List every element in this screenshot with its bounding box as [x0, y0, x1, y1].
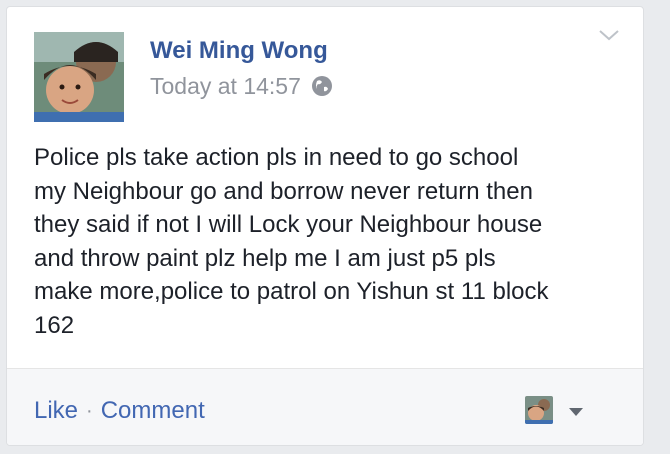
viewer-avatar[interactable] [525, 396, 553, 424]
post-footer: Like · Comment [7, 368, 643, 445]
comment-button[interactable]: Comment [101, 397, 205, 425]
post-actions: Like · Comment [34, 397, 205, 425]
globe-icon[interactable] [311, 75, 333, 97]
post-text: Police pls take action pls in need to go… [34, 144, 549, 339]
like-button[interactable]: Like [34, 397, 78, 425]
post-meta: Today at 14:57 [150, 71, 333, 101]
post-card: Wei Ming Wong Today at 14:57 Police pls … [6, 6, 644, 446]
author-name[interactable]: Wei Ming Wong [150, 37, 328, 65]
action-separator: · [86, 399, 93, 422]
author-avatar[interactable] [34, 32, 124, 122]
caret-down-icon[interactable] [567, 405, 585, 417]
timestamp[interactable]: Today at 14:57 [150, 73, 301, 100]
chevron-down-icon[interactable] [597, 27, 621, 43]
